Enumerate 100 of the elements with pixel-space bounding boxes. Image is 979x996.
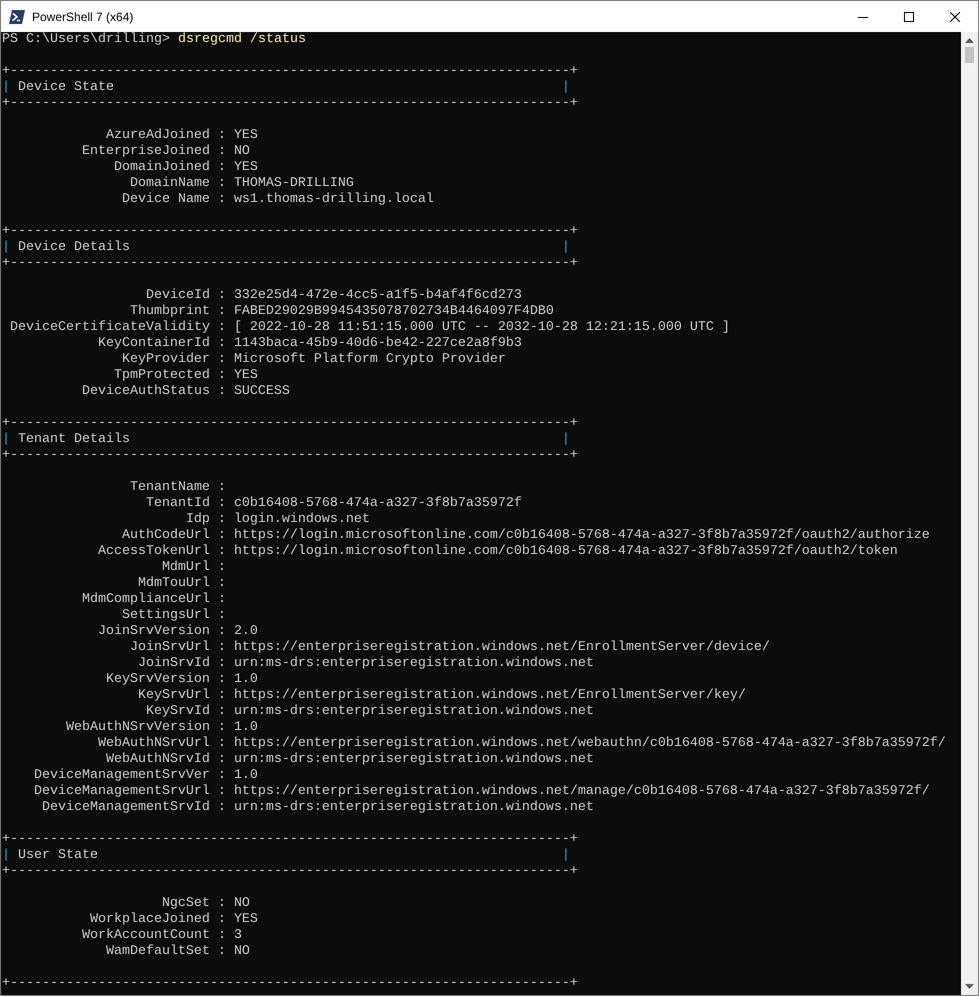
scroll-down-icon[interactable] xyxy=(965,984,974,989)
field-value: NO xyxy=(234,896,250,911)
field-label: Device Name : xyxy=(122,192,226,207)
field-value: YES xyxy=(234,912,258,927)
field-label: KeyProvider : xyxy=(122,352,226,367)
scroll-up-icon[interactable] xyxy=(965,38,974,43)
section-heading: Device Details xyxy=(18,240,130,255)
field-label: WamDefaultSet : xyxy=(106,944,226,959)
field-label: TpmProtected : xyxy=(114,368,226,383)
field-value: urn:ms-drs:enterpriseregistration.windows.net xyxy=(234,704,594,719)
close-icon xyxy=(950,12,960,22)
box-border-text: +----------------------------------------------------------------------+ xyxy=(2,448,578,463)
box-border-text: +----------------------------------------------------------------------+ xyxy=(2,864,578,879)
field-value: https://enterpriseregistration.windows.net/EnrollmentServer/device/ xyxy=(234,640,770,655)
box-border-text: +----------------------------------------------------------------------+ xyxy=(2,976,578,991)
box-border-text: +----------------------------------------------------------------------+ xyxy=(2,224,578,239)
field-value: THOMAS-DRILLING xyxy=(234,176,354,191)
box-pipe-text: | xyxy=(562,80,570,95)
section-heading: Tenant Details xyxy=(18,432,130,447)
field-label: WebAuthNSrvUrl : xyxy=(98,736,226,751)
command-text: dsregcmd /status xyxy=(178,32,306,47)
field-label: MdmTouUrl : xyxy=(138,576,226,591)
field-value: 1143baca-45b9-40d6-be42-227ce2a8f9b3 xyxy=(234,336,522,351)
maximize-icon xyxy=(904,12,914,22)
box-pipe-text: | xyxy=(562,240,570,255)
box-pipe-text: | xyxy=(2,80,10,95)
box-pipe-text: | xyxy=(562,432,570,447)
field-value: 1.0 xyxy=(234,768,258,783)
field-label: DeviceManagementSrvUrl : xyxy=(34,784,226,799)
field-label: DeviceCertificateValidity : xyxy=(10,320,226,335)
field-label: JoinSrvId : xyxy=(138,656,226,671)
field-label: Thumbprint : xyxy=(130,304,226,319)
field-value: https://enterpriseregistration.windows.net/manage/c0b16408-5768-474a-a327-3f8b7a35972f/ xyxy=(234,784,930,799)
window-title: PowerShell 7 (x64) xyxy=(32,8,134,26)
field-value: https://login.microsoftonline.com/c0b16408-5768-474a-a327-3f8b7a35972f/oauth2/token xyxy=(234,544,898,559)
field-label: DeviceManagementSrvId : xyxy=(42,800,226,815)
field-value: YES xyxy=(234,368,258,383)
field-value: YES xyxy=(234,128,258,143)
field-label: DomainName : xyxy=(130,176,226,191)
field-label: WebAuthNSrvVersion : xyxy=(66,720,226,735)
field-label: JoinSrvVersion : xyxy=(98,624,226,639)
field-label: DomainJoined : xyxy=(114,160,226,175)
scroll-thumb[interactable] xyxy=(965,47,974,63)
field-label: NgcSet : xyxy=(162,896,226,911)
field-label: TenantId : xyxy=(146,496,226,511)
box-border-text: +----------------------------------------------------------------------+ xyxy=(2,256,578,271)
field-label: DeviceManagementSrvVer : xyxy=(34,768,226,783)
field-value: https://enterpriseregistration.windows.net/webauthn/c0b16408-5768-474a-a327-3f8b7a35972f/ xyxy=(234,736,946,751)
field-value: 1.0 xyxy=(234,720,258,735)
field-label: JoinSrvUrl : xyxy=(130,640,226,655)
field-value: Microsoft Platform Crypto Provider xyxy=(234,352,506,367)
field-label: DeviceAuthStatus : xyxy=(82,384,226,399)
field-label: TenantName : xyxy=(130,480,226,495)
field-value: NO xyxy=(234,144,250,159)
field-label: KeySrvId : xyxy=(146,704,226,719)
field-value: ws1.thomas-drilling.local xyxy=(234,192,434,207)
field-label: SettingsUrl : xyxy=(122,608,226,623)
powershell-icon xyxy=(9,10,25,24)
field-label: DeviceId : xyxy=(146,288,226,303)
box-border-text: +----------------------------------------------------------------------+ xyxy=(2,64,578,79)
field-value: login.windows.net xyxy=(234,512,370,527)
field-value: https://enterpriseregistration.windows.net/EnrollmentServer/key/ xyxy=(234,688,746,703)
field-value: 3 xyxy=(234,928,242,943)
field-value: 332e25d4-472e-4cc5-a1f5-b4af4f6cd273 xyxy=(234,288,522,303)
field-label: AzureAdJoined : xyxy=(106,128,226,143)
field-value: urn:ms-drs:enterpriseregistration.windows.net xyxy=(234,656,594,671)
field-value: c0b16408-5768-474a-a327-3f8b7a35972f xyxy=(234,496,522,511)
field-value: SUCCESS xyxy=(234,384,290,399)
field-label: MdmUrl : xyxy=(162,560,226,575)
field-label: WebAuthNSrvId : xyxy=(106,752,226,767)
field-value: YES xyxy=(234,160,258,175)
box-border-text: +----------------------------------------------------------------------+ xyxy=(2,96,578,111)
field-value: 2.0 xyxy=(234,624,258,639)
field-label: EnterpriseJoined : xyxy=(82,144,226,159)
field-value: 1.0 xyxy=(234,672,258,687)
field-label: KeySrvUrl : xyxy=(138,688,226,703)
box-border-text: +----------------------------------------------------------------------+ xyxy=(2,832,578,847)
field-value: https://login.microsoftonline.com/c0b16408-5768-474a-a327-3f8b7a35972f/oauth2/authorize xyxy=(234,528,930,543)
field-label: Idp : xyxy=(186,512,226,527)
field-label: KeySrvVersion : xyxy=(106,672,226,687)
prompt-text: PS C:\Users\drilling> xyxy=(2,32,170,47)
field-value: urn:ms-drs:enterpriseregistration.windows.net xyxy=(234,752,594,767)
field-label: WorkAccountCount : xyxy=(82,928,226,943)
box-pipe-text: | xyxy=(562,848,570,863)
box-border-text: +----------------------------------------------------------------------+ xyxy=(2,416,578,431)
field-label: WorkplaceJoined : xyxy=(90,912,226,927)
box-pipe-text: | xyxy=(2,432,10,447)
field-value: [ 2022-10-28 11:51:15.000 UTC -- 2032-10-28 12:21:15.000 UTC ] xyxy=(234,320,730,335)
field-label: MdmComplianceUrl : xyxy=(82,592,226,607)
field-value: FABED29029B9945435078702734B4464097F4DB0 xyxy=(234,304,554,319)
field-label: AuthCodeUrl : xyxy=(122,528,226,543)
field-value: urn:ms-drs:enterpriseregistration.windows.net xyxy=(234,800,594,815)
section-heading: User State xyxy=(18,848,98,863)
scrollbar[interactable] xyxy=(961,32,978,995)
field-label: KeyContainerId : xyxy=(98,336,226,351)
box-pipe-text: | xyxy=(2,240,10,255)
box-pipe-text: | xyxy=(2,848,10,863)
field-label: AccessTokenUrl : xyxy=(98,544,226,559)
section-heading: Device State xyxy=(18,80,114,95)
field-value: NO xyxy=(234,944,250,959)
